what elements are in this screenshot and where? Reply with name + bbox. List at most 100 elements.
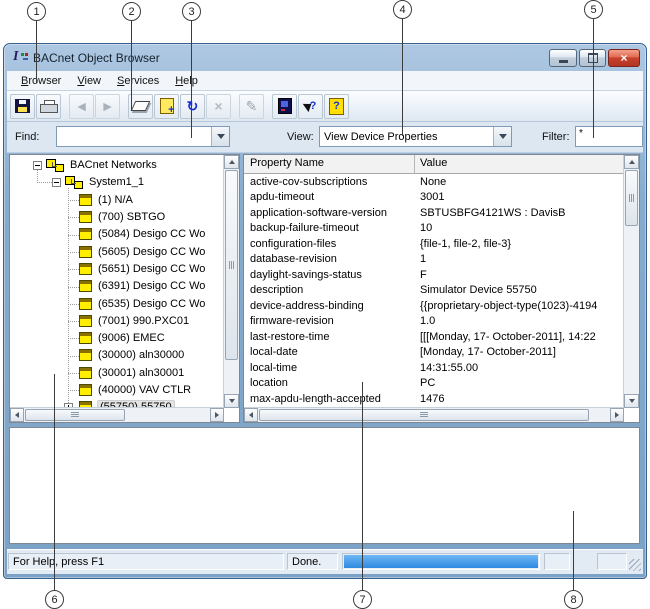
menu-browser[interactable]: Browser: [13, 73, 69, 89]
scroll-right-button[interactable]: [210, 408, 224, 422]
status-done-text: Done.: [292, 556, 321, 568]
property-vertical-scrollbar[interactable]: [623, 155, 639, 408]
tree-item-device[interactable]: (30001) aln30001: [10, 366, 239, 382]
table-row[interactable]: device-address-binding{{proprietary-obje…: [244, 300, 624, 315]
save-button[interactable]: [10, 94, 35, 119]
forward-button[interactable]: ►: [95, 94, 120, 119]
refresh-icon: ↻: [187, 99, 199, 113]
callout-8-label: 8: [570, 594, 576, 606]
table-row[interactable]: database-revision1: [244, 253, 624, 268]
collapse-toggle[interactable]: [52, 178, 61, 187]
tree-item-device[interactable]: (5605) Desigo CC Wo: [10, 245, 239, 261]
tree-item-bacnet-networks[interactable]: BACnet Networks: [10, 158, 239, 174]
add-object-button[interactable]: +: [154, 94, 179, 119]
property-name: daylight-savings-status: [250, 269, 362, 281]
status-pane-empty-2: [597, 553, 627, 570]
find-label: Find:: [15, 131, 39, 143]
scroll-thumb[interactable]: [625, 170, 638, 226]
property-horizontal-scrollbar[interactable]: [244, 407, 624, 422]
table-row[interactable]: local-date[Monday, 17- October-2011]: [244, 346, 624, 361]
device-tool-button[interactable]: [272, 94, 297, 119]
device-icon: [79, 211, 92, 223]
app-window: I BACnet Object Browser × Browser View S…: [3, 43, 647, 579]
scroll-left-button[interactable]: [10, 408, 24, 422]
tree-item-device[interactable]: (700) SBTGO: [10, 210, 239, 226]
tree-vertical-scrollbar[interactable]: [223, 155, 239, 408]
tree-item-device[interactable]: (5651) Desigo CC Wo: [10, 262, 239, 278]
find-combobox[interactable]: [56, 126, 230, 147]
view-combobox[interactable]: View Device Properties: [319, 126, 512, 147]
scroll-right-button[interactable]: [610, 408, 624, 422]
view-dropdown-button[interactable]: [493, 127, 511, 146]
property-value: SBTUSBFG4121WS : DavisB: [420, 207, 620, 219]
network-tree-panel: BACnet Networks System1_1 (1) N/A (700) …: [9, 154, 240, 423]
refresh-button[interactable]: ↻: [180, 94, 205, 119]
table-row[interactable]: configuration-files{file-1, file-2, file…: [244, 238, 624, 253]
table-row[interactable]: local-time14:31:55.00: [244, 362, 624, 377]
table-row[interactable]: descriptionSimulator Device 55750: [244, 284, 624, 299]
table-row[interactable]: last-restore-time[[[Monday, 17- October-…: [244, 331, 624, 346]
scroll-up-button[interactable]: [624, 155, 639, 169]
scroll-thumb[interactable]: [25, 409, 125, 421]
table-row[interactable]: daylight-savings-statusF: [244, 269, 624, 284]
delete-button[interactable]: ×: [206, 94, 231, 119]
scroll-down-button[interactable]: [224, 394, 239, 408]
edit-button[interactable]: ✎: [239, 94, 264, 119]
tree-item-label: (700) SBTGO: [98, 211, 165, 223]
print-button[interactable]: [36, 94, 61, 119]
tree-item-device[interactable]: (9006) EMEC: [10, 331, 239, 347]
table-row[interactable]: application-software-versionSBTUSBFG4121…: [244, 207, 624, 222]
table-row[interactable]: backup-failure-timeout10: [244, 222, 624, 237]
tree-horizontal-scrollbar[interactable]: [10, 407, 224, 422]
collapse-toggle[interactable]: [33, 161, 42, 170]
output-panel[interactable]: [9, 427, 640, 544]
callout-2-label: 2: [128, 6, 134, 18]
tree-item-device[interactable]: (7001) 990.PXC01: [10, 314, 239, 330]
minimize-button[interactable]: [549, 49, 577, 67]
table-row[interactable]: active-cov-subscriptionsNone: [244, 176, 624, 191]
callout-7-label: 7: [359, 594, 365, 606]
scroll-left-button[interactable]: [244, 408, 258, 422]
menu-view-rest: iew: [85, 75, 102, 87]
scroll-up-button[interactable]: [224, 155, 239, 169]
leader-line-6: [54, 374, 55, 591]
column-header-property-name[interactable]: Property Name: [250, 157, 324, 169]
device-icon: [79, 332, 92, 344]
tree-item-device[interactable]: (5084) Desigo CC Wo: [10, 227, 239, 243]
column-divider[interactable]: [414, 155, 415, 173]
property-value: {file-1, file-2, file-3}: [420, 238, 620, 250]
scroll-thumb[interactable]: [259, 409, 589, 421]
column-header-value[interactable]: Value: [420, 157, 447, 169]
property-name: local-date: [250, 346, 298, 358]
menu-services[interactable]: Services: [109, 73, 167, 89]
filter-label: Filter:: [542, 131, 570, 143]
tree-item-device[interactable]: (30000) aln30000: [10, 348, 239, 364]
tree-item-label: (6535) Desigo CC Wo: [98, 298, 205, 310]
arrow-up-icon: [629, 160, 635, 164]
tree-item-device[interactable]: (1) N/A: [10, 193, 239, 209]
table-row[interactable]: locationPC: [244, 377, 624, 392]
filter-input[interactable]: *: [575, 126, 643, 147]
find-dropdown-button[interactable]: [211, 127, 229, 146]
menu-view[interactable]: View: [69, 73, 109, 89]
help-button[interactable]: ?: [324, 94, 349, 119]
table-row[interactable]: apdu-timeout3001: [244, 191, 624, 206]
close-button[interactable]: ×: [608, 49, 640, 67]
add-page-icon: +: [160, 98, 174, 114]
scroll-down-button[interactable]: [624, 394, 639, 408]
context-help-button[interactable]: ?: [298, 94, 323, 119]
leader-line-8: [573, 511, 574, 591]
tree-item-device[interactable]: (40000) VAV CTLR: [10, 383, 239, 399]
tree-item-device[interactable]: (6391) Desigo CC Wo: [10, 279, 239, 295]
tree-item-system1-1[interactable]: System1_1: [10, 175, 239, 191]
back-button[interactable]: ◄: [69, 94, 94, 119]
menu-help[interactable]: Help: [167, 73, 206, 89]
tree-item-device[interactable]: (6535) Desigo CC Wo: [10, 297, 239, 313]
resize-grip[interactable]: [629, 559, 641, 571]
table-row[interactable]: max-apdu-length-accepted1476: [244, 393, 624, 408]
forward-icon: ►: [101, 99, 115, 113]
table-row[interactable]: firmware-revision1.0: [244, 315, 624, 330]
scroll-thumb[interactable]: [225, 170, 238, 360]
leader-line-2: [131, 19, 132, 111]
title-bar[interactable]: I BACnet Object Browser ×: [7, 46, 643, 71]
